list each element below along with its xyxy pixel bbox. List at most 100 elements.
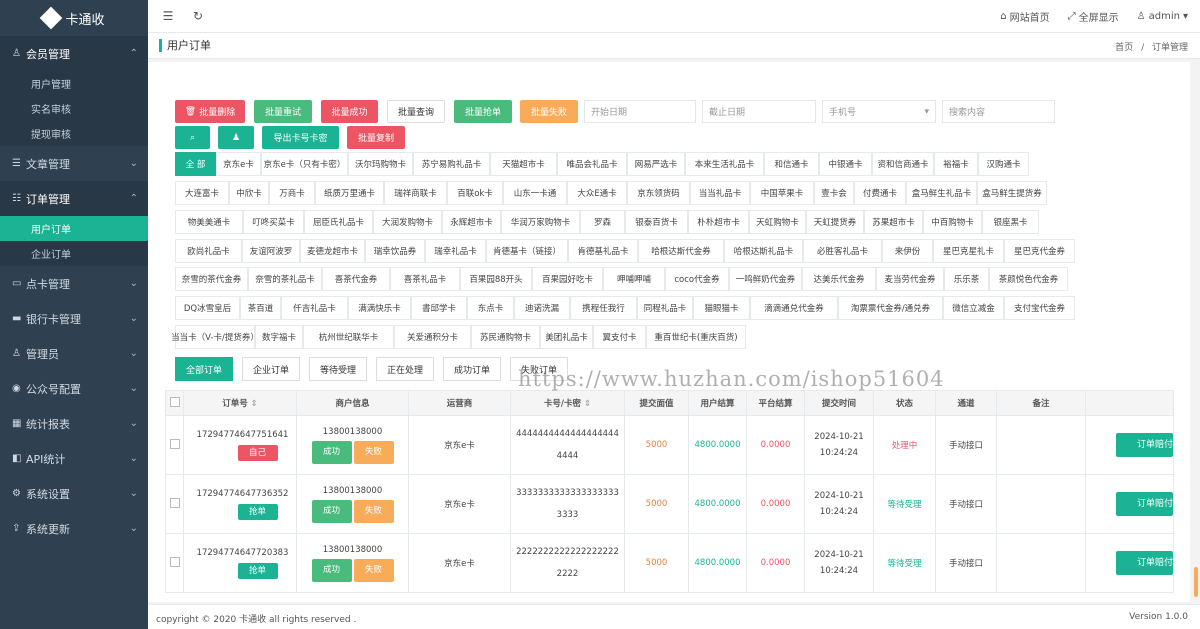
card-type-option[interactable]: 天虹购物卡 (749, 210, 806, 234)
filter-tab[interactable]: 失败订单 (510, 357, 568, 381)
sidebar-group-1[interactable]: ☰ 文章管理 ⌄ (0, 146, 148, 181)
card-type-option[interactable]: 华润万家购物卡 (501, 210, 580, 234)
mark-fail-button[interactable]: 失败 (353, 499, 394, 523)
card-type-option[interactable]: DQ冰雪皇后 (175, 296, 240, 320)
filter-tab[interactable]: 企业订单 (242, 357, 300, 381)
card-type-option[interactable]: 关爱通积分卡 (394, 325, 471, 349)
card-type-option[interactable]: 数字福卡 (255, 325, 303, 349)
card-type-option[interactable]: 淘票票代金券/通兑券 (838, 296, 943, 320)
card-type-option[interactable]: 哈根达斯礼品卡 (724, 239, 803, 263)
card-type-option[interactable]: 苏果超市卡 (864, 210, 923, 234)
compensate-button[interactable]: 订单赔付 (1116, 492, 1173, 516)
card-type-option[interactable]: 書邱学卡 (411, 296, 467, 320)
sidebar-item[interactable]: 企业订单 (0, 241, 148, 266)
card-type-option[interactable]: 肯德基礼品卡 (568, 239, 638, 263)
card-type-option[interactable]: 罗森 (580, 210, 625, 234)
batch-success-button[interactable]: 批量成功 (321, 100, 378, 123)
card-type-option[interactable]: 必胜客礼品卡 (803, 239, 882, 263)
column-header[interactable]: 订单号 ⇕ (183, 390, 297, 416)
card-type-option[interactable]: 叮咚买菜卡 (243, 210, 304, 234)
card-type-option[interactable]: 盒马鲜生礼品卡 (906, 181, 977, 205)
card-type-option[interactable]: 喜茶礼品卡 (390, 267, 460, 291)
card-type-option[interactable]: 瑞幸饮品券 (365, 239, 425, 263)
home-link[interactable]: ⌂ 网站首页 (1000, 9, 1049, 24)
card-type-option[interactable]: 百果园88开头 (460, 267, 532, 291)
sidebar-item[interactable]: 用户订单 (0, 216, 148, 241)
sidebar-group-2[interactable]: ☷ 订单管理 ⌃ (0, 181, 148, 216)
batch-grab-button[interactable]: 批量抢单 (454, 100, 512, 123)
filter-tab[interactable]: 成功订单 (443, 357, 501, 381)
card-type-option[interactable]: 麦当劳代金券 (876, 267, 944, 291)
card-type-option[interactable]: 达美乐代金券 (802, 267, 876, 291)
card-type-option[interactable]: 当当礼品卡 (690, 181, 750, 205)
sidebar-group-4[interactable]: ▬ 银行卡管理 ⌄ (0, 301, 148, 336)
card-type-option[interactable]: 永辉超市卡 (442, 210, 501, 234)
card-type-option[interactable]: 朴朴超市卡 (688, 210, 749, 234)
sidebar-group-10[interactable]: ⇪ 系统更新 ⌄ (0, 511, 148, 546)
card-type-option[interactable]: 同程礼品卡 (637, 296, 693, 320)
sidebar-group-8[interactable]: ◧ API统计 ⌄ (0, 441, 148, 476)
filter-tab[interactable]: 等待受理 (309, 357, 367, 381)
fullscreen-link[interactable]: ⤢ 全屏显示 (1068, 9, 1119, 24)
card-type-option[interactable]: 汉购通卡 (978, 152, 1029, 176)
mark-success-button[interactable]: 成功 (311, 558, 352, 582)
sidebar-item[interactable]: 实名审核 (0, 96, 148, 121)
mark-success-button[interactable]: 成功 (311, 440, 352, 464)
batch-delete-button[interactable]: 🗑 批量删除 (175, 100, 245, 123)
card-type-option[interactable]: 银泰百货卡 (625, 210, 688, 234)
card-type-option[interactable]: 苏宁易购礼品卡 (413, 152, 490, 176)
card-type-option[interactable]: 呷哺呷哺 (603, 267, 665, 291)
card-type-option[interactable]: 百果园好吃卡 (532, 267, 603, 291)
mark-success-button[interactable]: 成功 (311, 499, 352, 523)
card-type-option[interactable]: 欧尚礼品卡 (175, 239, 242, 263)
card-type-option[interactable]: 中百购物卡 (923, 210, 982, 234)
card-type-option[interactable]: 星巴克代金券 (1004, 239, 1075, 263)
card-type-option[interactable]: 携程任我行 (570, 296, 637, 320)
search-button[interactable]: ⌕ (175, 126, 210, 149)
card-type-option[interactable]: 中银通卡 (819, 152, 872, 176)
card-type-option[interactable]: 杭州世纪联华卡 (303, 325, 394, 349)
card-type-option[interactable]: 一鸣鲜奶代金券 (729, 267, 802, 291)
card-type-option[interactable]: 微信立减金 (943, 296, 1004, 320)
card-type-option[interactable]: 友谊阿波罗 (242, 239, 300, 263)
card-type-option[interactable]: 京东e卡（只有卡密） (261, 152, 348, 176)
card-type-option[interactable]: 万商卡 (269, 181, 315, 205)
row-checkbox[interactable] (169, 497, 180, 508)
card-type-option[interactable]: 物美美通卡 (175, 210, 243, 234)
refresh-icon[interactable]: ↻ (188, 9, 208, 23)
card-type-option[interactable]: 大润发购物卡 (373, 210, 442, 234)
card-type-option[interactable]: 屈臣氏礼品卡 (304, 210, 373, 234)
card-type-option[interactable]: 山东一卡通 (503, 181, 567, 205)
column-header[interactable]: 卡号/卡密 ⇕ (510, 390, 625, 416)
card-type-option[interactable]: 滴滴通兑代金券 (750, 296, 838, 320)
card-type-option[interactable]: 付费通卡 (854, 181, 906, 205)
card-type-option[interactable]: 满满快乐卡 (348, 296, 411, 320)
sidebar-group-6[interactable]: ◉ 公众号配置 ⌄ (0, 371, 148, 406)
breadcrumb-home[interactable]: 首页 (1115, 43, 1133, 53)
card-type-option[interactable]: 京东领货码 (627, 181, 690, 205)
card-type-option[interactable]: 唯品会礼品卡 (557, 152, 627, 176)
card-type-option[interactable]: 来伊份 (882, 239, 933, 263)
card-type-option[interactable]: 当当卡（V-卡/提货券） (171, 325, 259, 349)
card-type-option[interactable]: 奈雪的茶礼品卡 (248, 267, 322, 291)
card-type-option[interactable]: 纸质万里通卡 (315, 181, 384, 205)
sidebar-item[interactable]: 用户管理 (0, 71, 148, 96)
card-type-option[interactable]: 资和信商通卡 (872, 152, 934, 176)
card-type-option[interactable]: 哈根达斯代金券 (638, 239, 724, 263)
filter-tab[interactable]: 正在处理 (376, 357, 434, 381)
card-type-option[interactable]: 奈雪的茶代金券 (175, 267, 248, 291)
card-type-option[interactable]: 仟吉礼品卡 (281, 296, 348, 320)
card-type-option[interactable]: 麦德龙超市卡 (300, 239, 365, 263)
card-type-option[interactable]: 和信通卡 (764, 152, 819, 176)
batch-copy-button[interactable]: 批量复制 (347, 126, 405, 149)
search-input[interactable]: 搜索内容 (942, 100, 1055, 123)
card-type-option[interactable]: 支付宝代金券 (1004, 296, 1075, 320)
card-type-option[interactable]: 壹卡会 (814, 181, 854, 205)
row-checkbox[interactable] (169, 556, 180, 567)
batch-query-button[interactable]: 批量查询 (387, 100, 445, 123)
card-type-option[interactable]: 百联ok卡 (447, 181, 503, 205)
card-type-option[interactable]: 天猫超市卡 (490, 152, 557, 176)
phone-select[interactable]: 手机号 ▾ (822, 100, 936, 123)
card-type-option[interactable]: 裕福卡 (934, 152, 978, 176)
brand-logo[interactable]: 卡通收 (0, 0, 148, 36)
